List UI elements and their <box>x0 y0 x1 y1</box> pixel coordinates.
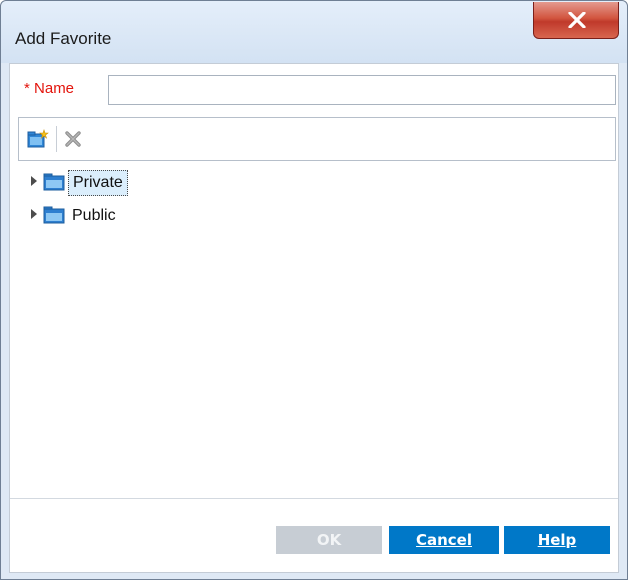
tree-item-label: Private <box>68 170 128 196</box>
toolbar-separator <box>56 126 57 152</box>
dialog-title: Add Favorite <box>15 29 112 48</box>
add-favorite-dialog: Add Favorite * Name Private Public OK Ca… <box>0 0 628 580</box>
delete-button[interactable] <box>63 129 85 149</box>
name-row: * Name <box>10 72 618 105</box>
name-label: * Name <box>24 80 74 97</box>
tree-item-private[interactable]: Private <box>10 168 310 196</box>
close-button[interactable] <box>533 2 619 39</box>
tree-item-label: Public <box>72 207 116 224</box>
close-icon <box>568 12 586 28</box>
name-label-text: Name <box>34 80 75 97</box>
folder-icon <box>43 206 65 224</box>
delete-icon <box>65 131 81 147</box>
folder-toolbar <box>18 117 616 161</box>
new-folder-icon <box>27 129 49 148</box>
title-bar[interactable]: Add Favorite <box>1 1 627 63</box>
name-input[interactable] <box>108 75 616 105</box>
cancel-button[interactable]: Cancel <box>389 526 499 554</box>
required-marker: * <box>24 80 30 97</box>
new-folder-button[interactable] <box>27 129 49 149</box>
button-bar-divider <box>10 498 618 499</box>
folder-icon <box>43 173 65 191</box>
expand-arrow-icon[interactable] <box>30 209 38 219</box>
tree-item-public[interactable]: Public <box>10 201 310 229</box>
ok-button[interactable]: OK <box>276 526 382 554</box>
help-button[interactable]: Help <box>504 526 610 554</box>
expand-arrow-icon[interactable] <box>30 176 38 186</box>
dialog-body: * Name Private Public OK Cancel Help <box>9 63 619 573</box>
